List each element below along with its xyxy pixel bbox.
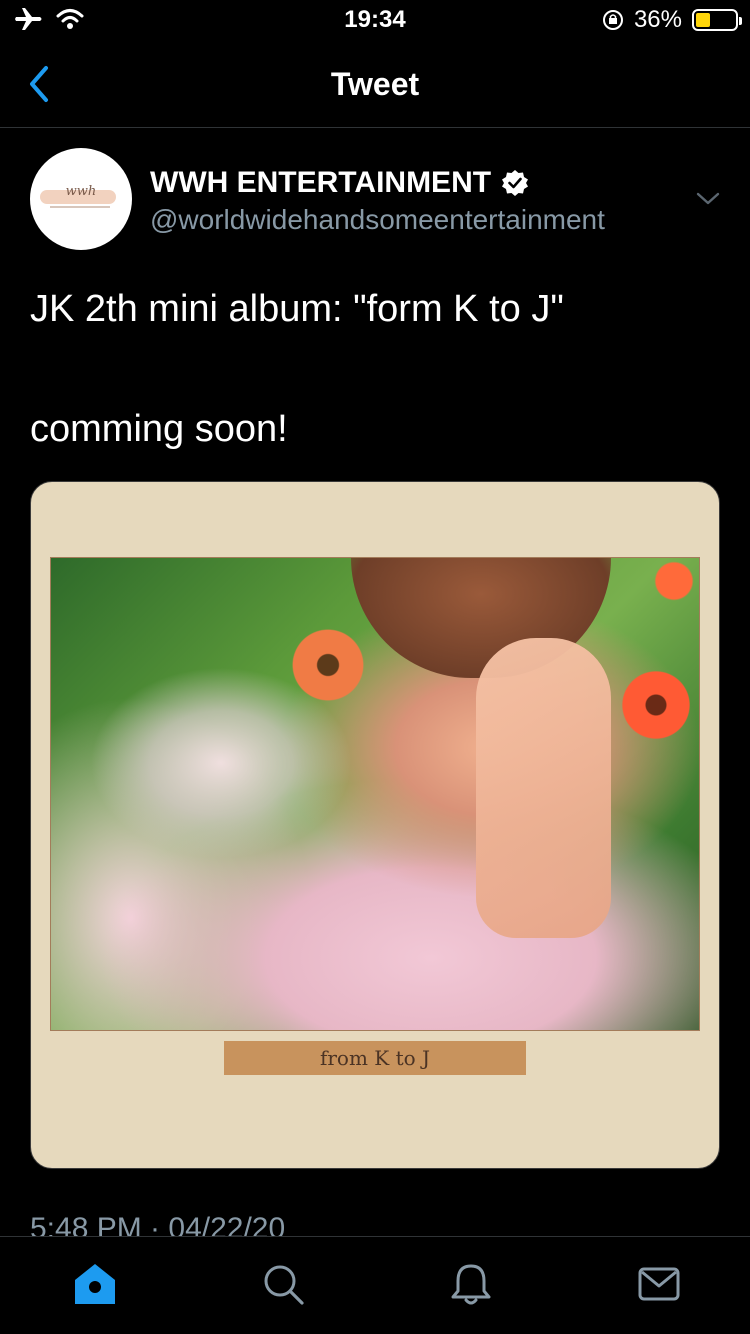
author-handle[interactable]: @worldwidehandsomeentertainment — [150, 204, 605, 236]
photo-flower — [287, 624, 369, 706]
photo-flower — [651, 558, 697, 604]
author-display-name: WWH ENTERTAINMENT — [150, 166, 492, 199]
avatar[interactable]: wwh — [30, 148, 132, 250]
tab-messages[interactable] — [636, 1261, 682, 1307]
home-icon — [75, 1264, 115, 1304]
avatar-logo-underline — [50, 206, 110, 208]
tab-notifications[interactable] — [448, 1261, 494, 1307]
chevron-down-icon — [696, 192, 720, 205]
nav-bar: Tweet — [0, 40, 750, 128]
status-bar-right: 36% — [602, 6, 742, 34]
search-icon — [264, 1265, 304, 1305]
mail-icon — [638, 1267, 680, 1301]
photo-flower — [617, 666, 695, 744]
verified-badge-icon — [502, 170, 529, 196]
avatar-logo-text: wwh — [65, 184, 97, 199]
battery-cap — [739, 17, 742, 25]
page-title: Tweet — [330, 66, 420, 102]
tab-search[interactable] — [260, 1261, 306, 1307]
tweet-options-button[interactable] — [692, 186, 724, 210]
album-caption: from K to J — [224, 1041, 526, 1075]
tab-home[interactable] — [72, 1261, 118, 1307]
battery-icon — [692, 9, 742, 31]
album-cover-photo — [50, 557, 700, 1031]
battery-percent: 36% — [633, 6, 682, 33]
photo-hand — [476, 638, 611, 938]
bell-icon — [451, 1264, 491, 1305]
tab-bar — [0, 1236, 750, 1334]
tweet-media[interactable]: from K to J — [30, 481, 720, 1169]
rotation-lock-icon — [602, 10, 623, 30]
tweet-text-line: JK 2th mini album: "form K to J" — [30, 288, 564, 330]
status-bar: 19:34 36% — [0, 0, 750, 40]
battery-fill — [696, 13, 710, 27]
tweet-text-line: comming soon! — [30, 408, 288, 450]
author-name-row[interactable]: WWH ENTERTAINMENT — [150, 166, 529, 200]
